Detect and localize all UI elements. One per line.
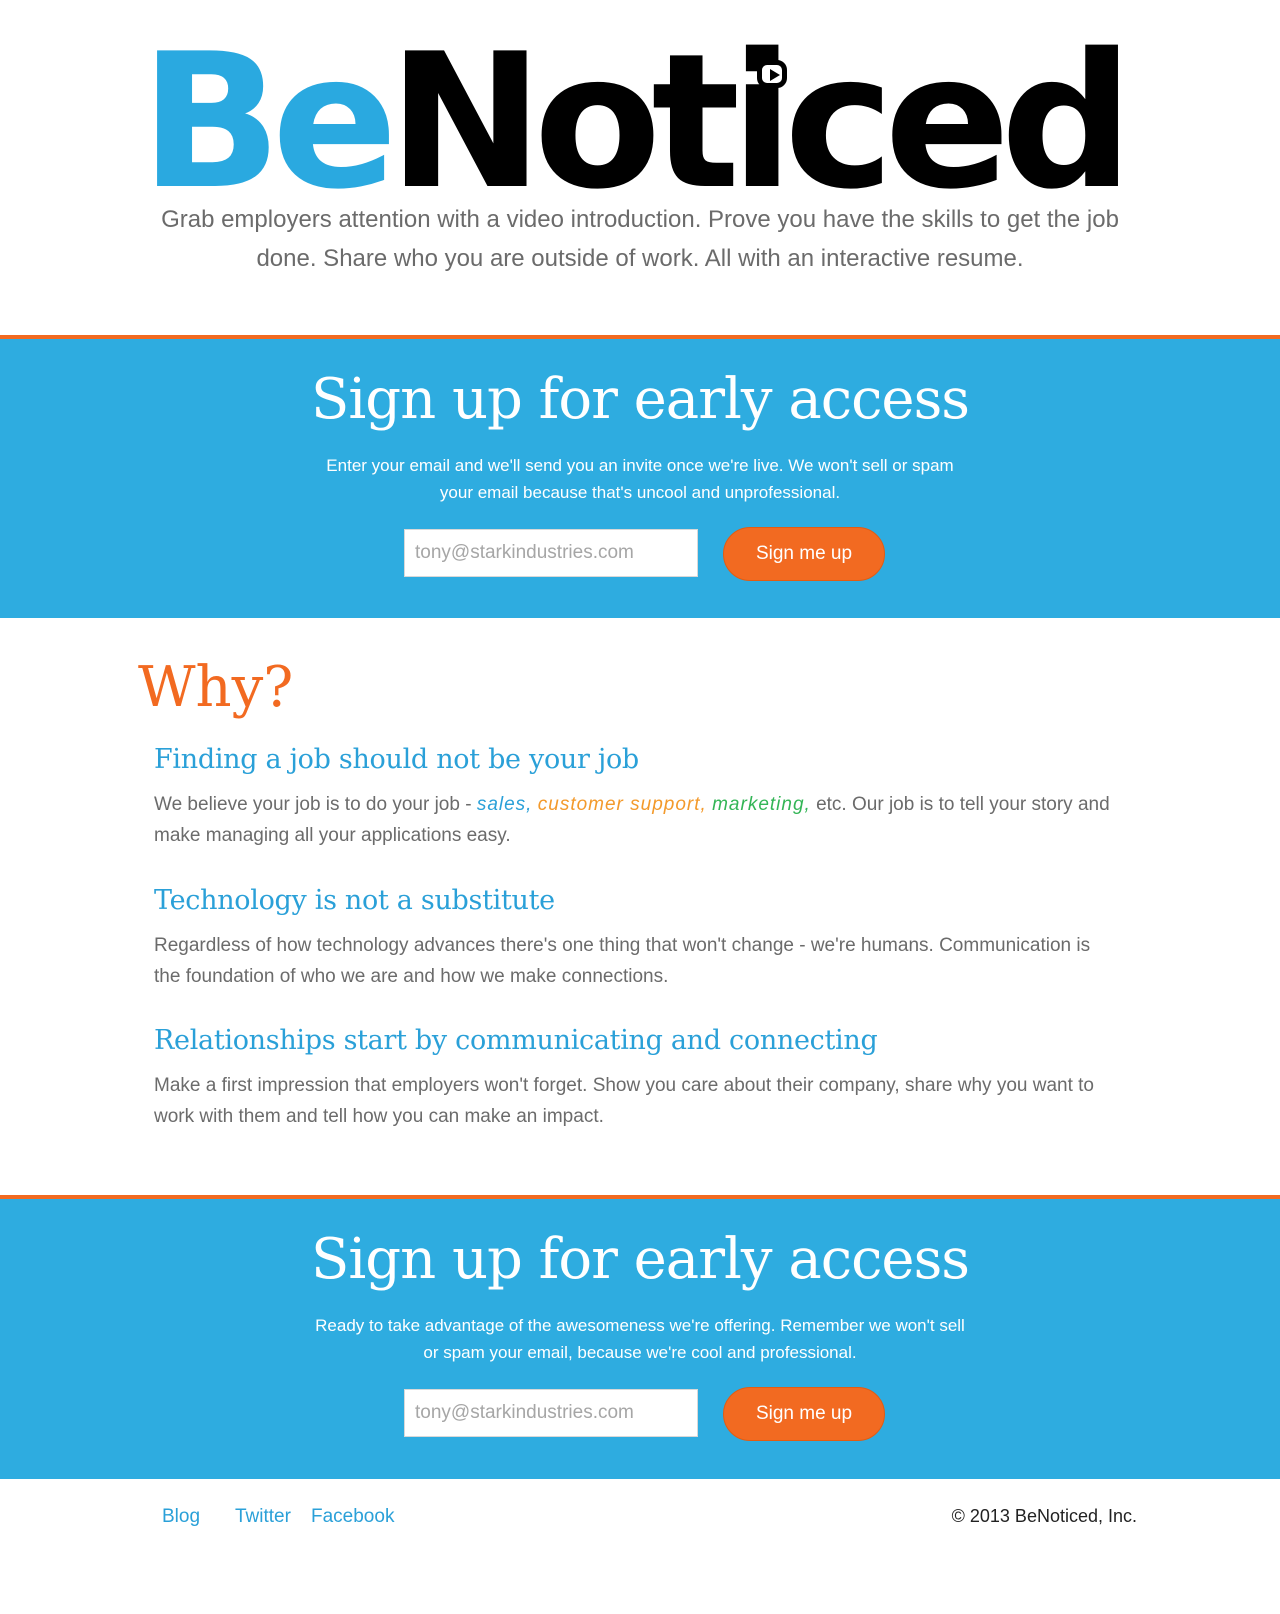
highlight-customer-support: customer support,: [537, 794, 707, 815]
reason-heading: Finding a job should not be your job: [154, 744, 639, 775]
hero-section: BeNoticed Grab employers attention with …: [0, 0, 1280, 343]
footer: Blog Twitter Facebook © 2013 BeNoticed, …: [0, 1479, 1280, 1614]
play-icon: [757, 60, 787, 88]
reason-text-start: We believe your job is to do your job -: [154, 794, 477, 815]
tagline: Grab employers attention with a video in…: [161, 206, 1119, 272]
signup-section-bottom: Sign up for early access Ready to take a…: [0, 1195, 1280, 1479]
reason-heading: Technology is not a substitute: [154, 885, 555, 916]
email-input[interactable]: [404, 529, 698, 577]
highlight-marketing: marketing,: [712, 794, 811, 815]
signup-description: Ready to take advantage of the awesomene…: [315, 1316, 965, 1362]
copyright: © 2013 BeNoticed, Inc.: [951, 1506, 1137, 1526]
signup-section-top: Sign up for early access Enter your emai…: [0, 335, 1280, 618]
reason-text: Make a first impression that employers w…: [154, 1075, 1094, 1127]
reason-item: Technology is not a substitute Regardles…: [154, 885, 1114, 992]
sign-me-up-button[interactable]: Sign me up: [723, 527, 885, 581]
footer-link-twitter[interactable]: Twitter: [235, 1506, 291, 1528]
sign-me-up-button[interactable]: Sign me up: [723, 1387, 885, 1441]
benoticed-logo: BeNoticed: [140, 22, 1134, 222]
email-input[interactable]: [404, 1389, 698, 1437]
signup-description: Enter your email and we'll send you an i…: [326, 456, 954, 502]
reason-text: We believe your job is to do your job - …: [154, 789, 1114, 851]
signup-heading: Sign up for early access: [310, 1227, 970, 1292]
why-title: Why?: [138, 655, 294, 720]
highlight-sales: sales,: [476, 794, 533, 815]
footer-link-facebook[interactable]: Facebook: [311, 1506, 394, 1528]
signup-heading: Sign up for early access: [310, 367, 970, 432]
reason-item: Finding a job should not be your job We …: [154, 744, 1114, 851]
reason-heading: Relationships start by communicating and…: [154, 1025, 878, 1056]
reason-text: Regardless of how technology advances th…: [154, 935, 1091, 987]
logo-noticed: Noticed: [387, 13, 1134, 230]
reason-item: Relationships start by communicating and…: [154, 1025, 1114, 1132]
logo-be: Be: [140, 13, 398, 230]
footer-link-blog[interactable]: Blog: [162, 1506, 200, 1528]
